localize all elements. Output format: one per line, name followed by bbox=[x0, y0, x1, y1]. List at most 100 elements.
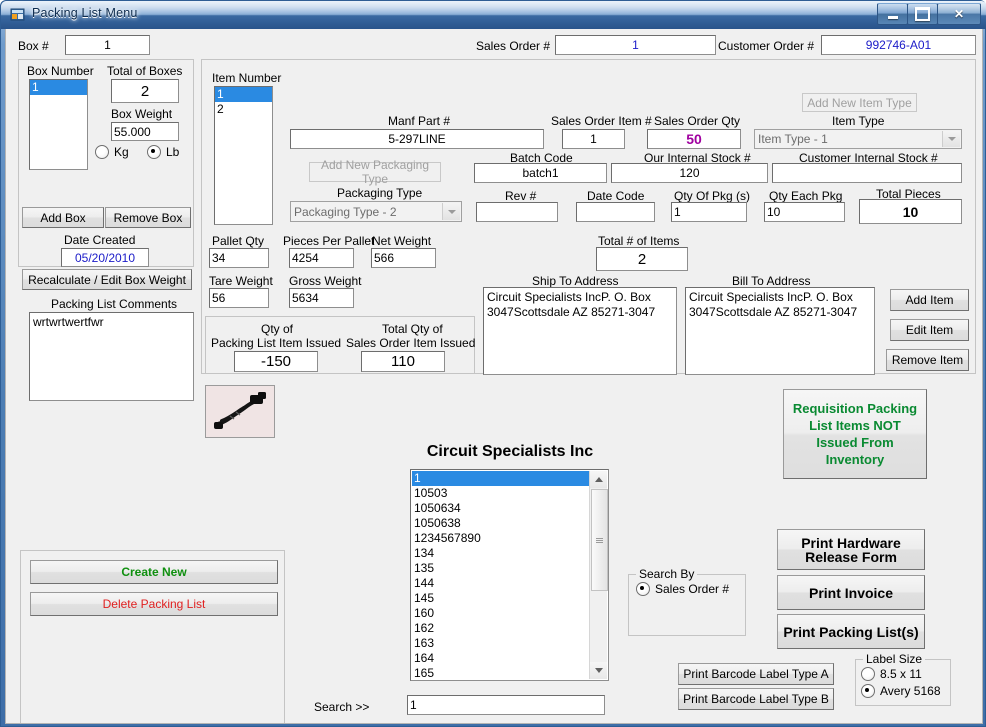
batch-code-input[interactable]: batch1 bbox=[474, 163, 607, 183]
list-item[interactable]: 1234567890 bbox=[412, 531, 589, 546]
window-title: Packing List Menu bbox=[32, 6, 138, 20]
packaging-type-label: Packaging Type bbox=[337, 186, 423, 200]
label-size-letter-radio[interactable]: 8.5 x 11 bbox=[861, 667, 922, 681]
list-item[interactable]: 135 bbox=[412, 561, 589, 576]
manf-part-input[interactable]: 5-297LINE bbox=[290, 129, 544, 149]
list-item[interactable]: 144 bbox=[412, 576, 589, 591]
date-created-value: 05/20/2010 bbox=[61, 248, 149, 267]
scroll-down-icon[interactable] bbox=[590, 662, 607, 679]
listbox-scrollbar[interactable] bbox=[589, 471, 608, 679]
add-new-item-type-button[interactable]: Add New Item Type bbox=[802, 93, 917, 112]
list-item[interactable]: 160 bbox=[412, 606, 589, 621]
box-number-listbox[interactable]: 1 bbox=[29, 79, 88, 170]
label-size-avery-radio[interactable]: Avery 5168 bbox=[861, 684, 941, 698]
radio-dot-icon bbox=[147, 145, 161, 159]
customer-internal-stock-input[interactable] bbox=[772, 163, 962, 183]
qty-packing-list-issued-value: -150 bbox=[234, 351, 318, 372]
search-label: Search >> bbox=[314, 700, 370, 714]
net-weight-input[interactable]: 566 bbox=[371, 248, 436, 268]
unit-kg-radio[interactable]: Kg bbox=[95, 145, 129, 159]
item-number-list-label: Item Number bbox=[212, 71, 282, 85]
packing-list-comments-label: Packing List Comments bbox=[51, 297, 178, 311]
box-number-input[interactable]: 1 bbox=[65, 35, 150, 55]
delete-packing-list-button[interactable]: Delete Packing List bbox=[30, 592, 278, 616]
requisition-note-button[interactable]: Requisition Packing List Items NOT Issue… bbox=[783, 389, 927, 479]
total-of-boxes-value: 2 bbox=[111, 79, 179, 103]
form-icon bbox=[10, 7, 26, 23]
pieces-per-pallet-input[interactable]: 4254 bbox=[289, 248, 354, 268]
list-item[interactable]: 2 bbox=[215, 102, 272, 117]
list-item[interactable]: 163 bbox=[412, 636, 589, 651]
our-internal-stock-input[interactable]: 120 bbox=[611, 163, 768, 183]
sales-order-input[interactable]: 1 bbox=[555, 35, 716, 55]
scroll-up-icon[interactable] bbox=[590, 471, 607, 488]
packing-list-comments-textarea[interactable]: wrtwrtwertfwr bbox=[29, 312, 194, 401]
rev-input[interactable] bbox=[476, 202, 558, 222]
list-item[interactable]: 164 bbox=[412, 651, 589, 666]
remove-box-button[interactable]: Remove Box bbox=[105, 207, 191, 228]
list-item[interactable]: 1 bbox=[412, 471, 589, 486]
gross-weight-input[interactable]: 5634 bbox=[289, 288, 354, 308]
item-type-combobox[interactable]: Item Type - 1 bbox=[754, 129, 962, 149]
search-by-sales-order-radio[interactable]: Sales Order # bbox=[636, 582, 729, 596]
list-item[interactable]: 1 bbox=[215, 87, 272, 102]
print-packing-lists-button[interactable]: Print Packing List(s) bbox=[777, 614, 925, 649]
list-item[interactable]: 1050634 bbox=[412, 501, 589, 516]
print-hardware-release-button[interactable]: Print Hardware Release Form bbox=[777, 529, 925, 570]
search-input[interactable]: 1 bbox=[407, 695, 605, 715]
unit-lb-radio[interactable]: Lb bbox=[147, 145, 179, 159]
list-item[interactable]: 165 bbox=[412, 666, 589, 680]
customer-order-input[interactable]: 992746-A01 bbox=[821, 35, 976, 55]
list-title: Circuit Specialists Inc bbox=[426, 443, 594, 460]
packaging-type-combobox[interactable]: Packaging Type - 2 bbox=[290, 201, 462, 222]
pallet-qty-input[interactable]: 34 bbox=[209, 248, 269, 268]
pallet-qty-label: Pallet Qty bbox=[212, 234, 265, 248]
radio-dot-icon bbox=[861, 667, 875, 681]
recalculate-box-weight-button[interactable]: Recalculate / Edit Box Weight bbox=[22, 269, 192, 290]
sales-order-qty-value: 50 bbox=[647, 129, 741, 149]
print-invoice-button[interactable]: Print Invoice bbox=[777, 575, 925, 610]
ship-to-address-textarea[interactable]: Circuit Specialists IncP. O. Box 3047Sco… bbox=[483, 287, 677, 375]
scrollbar-thumb[interactable] bbox=[591, 489, 608, 591]
list-item[interactable]: 134 bbox=[412, 546, 589, 561]
bill-to-address-textarea[interactable]: Circuit Specialists IncP. O. Box 3047Sco… bbox=[685, 287, 875, 375]
add-item-button[interactable]: Add Item bbox=[890, 289, 969, 311]
unit-lb-label: Lb bbox=[166, 145, 180, 159]
total-qty-issued-label-1: Total Qty of bbox=[382, 322, 443, 336]
maximize-icon bbox=[908, 4, 937, 24]
edit-item-button[interactable]: Edit Item bbox=[890, 319, 969, 341]
sales-order-listbox[interactable]: 1 10503 1050634 1050638 1234567890 134 1… bbox=[410, 469, 609, 681]
pieces-per-pallet-label: Pieces Per Pallet bbox=[283, 234, 375, 248]
maximize-button[interactable] bbox=[907, 3, 938, 25]
total-items-value: 2 bbox=[596, 247, 688, 271]
add-box-button[interactable]: Add Box bbox=[22, 207, 104, 228]
list-item[interactable]: 162 bbox=[412, 621, 589, 636]
box-weight-input[interactable]: 55.000 bbox=[111, 122, 179, 141]
date-code-input[interactable] bbox=[576, 202, 655, 222]
item-number-listbox[interactable]: 1 2 bbox=[214, 86, 273, 225]
create-new-button[interactable]: Create New bbox=[30, 560, 278, 584]
sales-order-item-label: Sales Order Item # bbox=[551, 114, 652, 128]
sales-order-item-input[interactable]: 1 bbox=[562, 129, 625, 149]
date-code-label: Date Code bbox=[587, 189, 645, 203]
chevron-down-icon[interactable] bbox=[942, 131, 960, 147]
list-item[interactable]: 1 bbox=[30, 80, 87, 95]
minimize-button[interactable] bbox=[877, 3, 908, 25]
qty-each-pkg-input[interactable]: 10 bbox=[764, 202, 845, 222]
tare-weight-input[interactable]: 56 bbox=[209, 288, 269, 308]
product-photo[interactable] bbox=[205, 385, 275, 438]
packaging-type-value: Packaging Type - 2 bbox=[294, 204, 397, 219]
chevron-down-icon[interactable] bbox=[442, 203, 460, 220]
qty-of-pkgs-input[interactable]: 1 bbox=[671, 202, 747, 222]
remove-item-button[interactable]: Remove Item bbox=[886, 349, 969, 371]
item-type-value: Item Type - 1 bbox=[758, 132, 828, 146]
print-barcode-label-a-button[interactable]: Print Barcode Label Type A bbox=[678, 663, 834, 685]
add-new-packaging-type-button[interactable]: Add New Packaging Type bbox=[309, 158, 441, 186]
title-bar[interactable]: Packing List Menu ✕ bbox=[1, 1, 986, 29]
list-item[interactable]: 1050638 bbox=[412, 516, 589, 531]
close-button[interactable]: ✕ bbox=[937, 3, 981, 25]
search-by-option-label: Sales Order # bbox=[655, 582, 730, 596]
list-item[interactable]: 10503 bbox=[412, 486, 589, 501]
list-item[interactable]: 145 bbox=[412, 591, 589, 606]
print-barcode-label-b-button[interactable]: Print Barcode Label Type B bbox=[678, 688, 834, 710]
